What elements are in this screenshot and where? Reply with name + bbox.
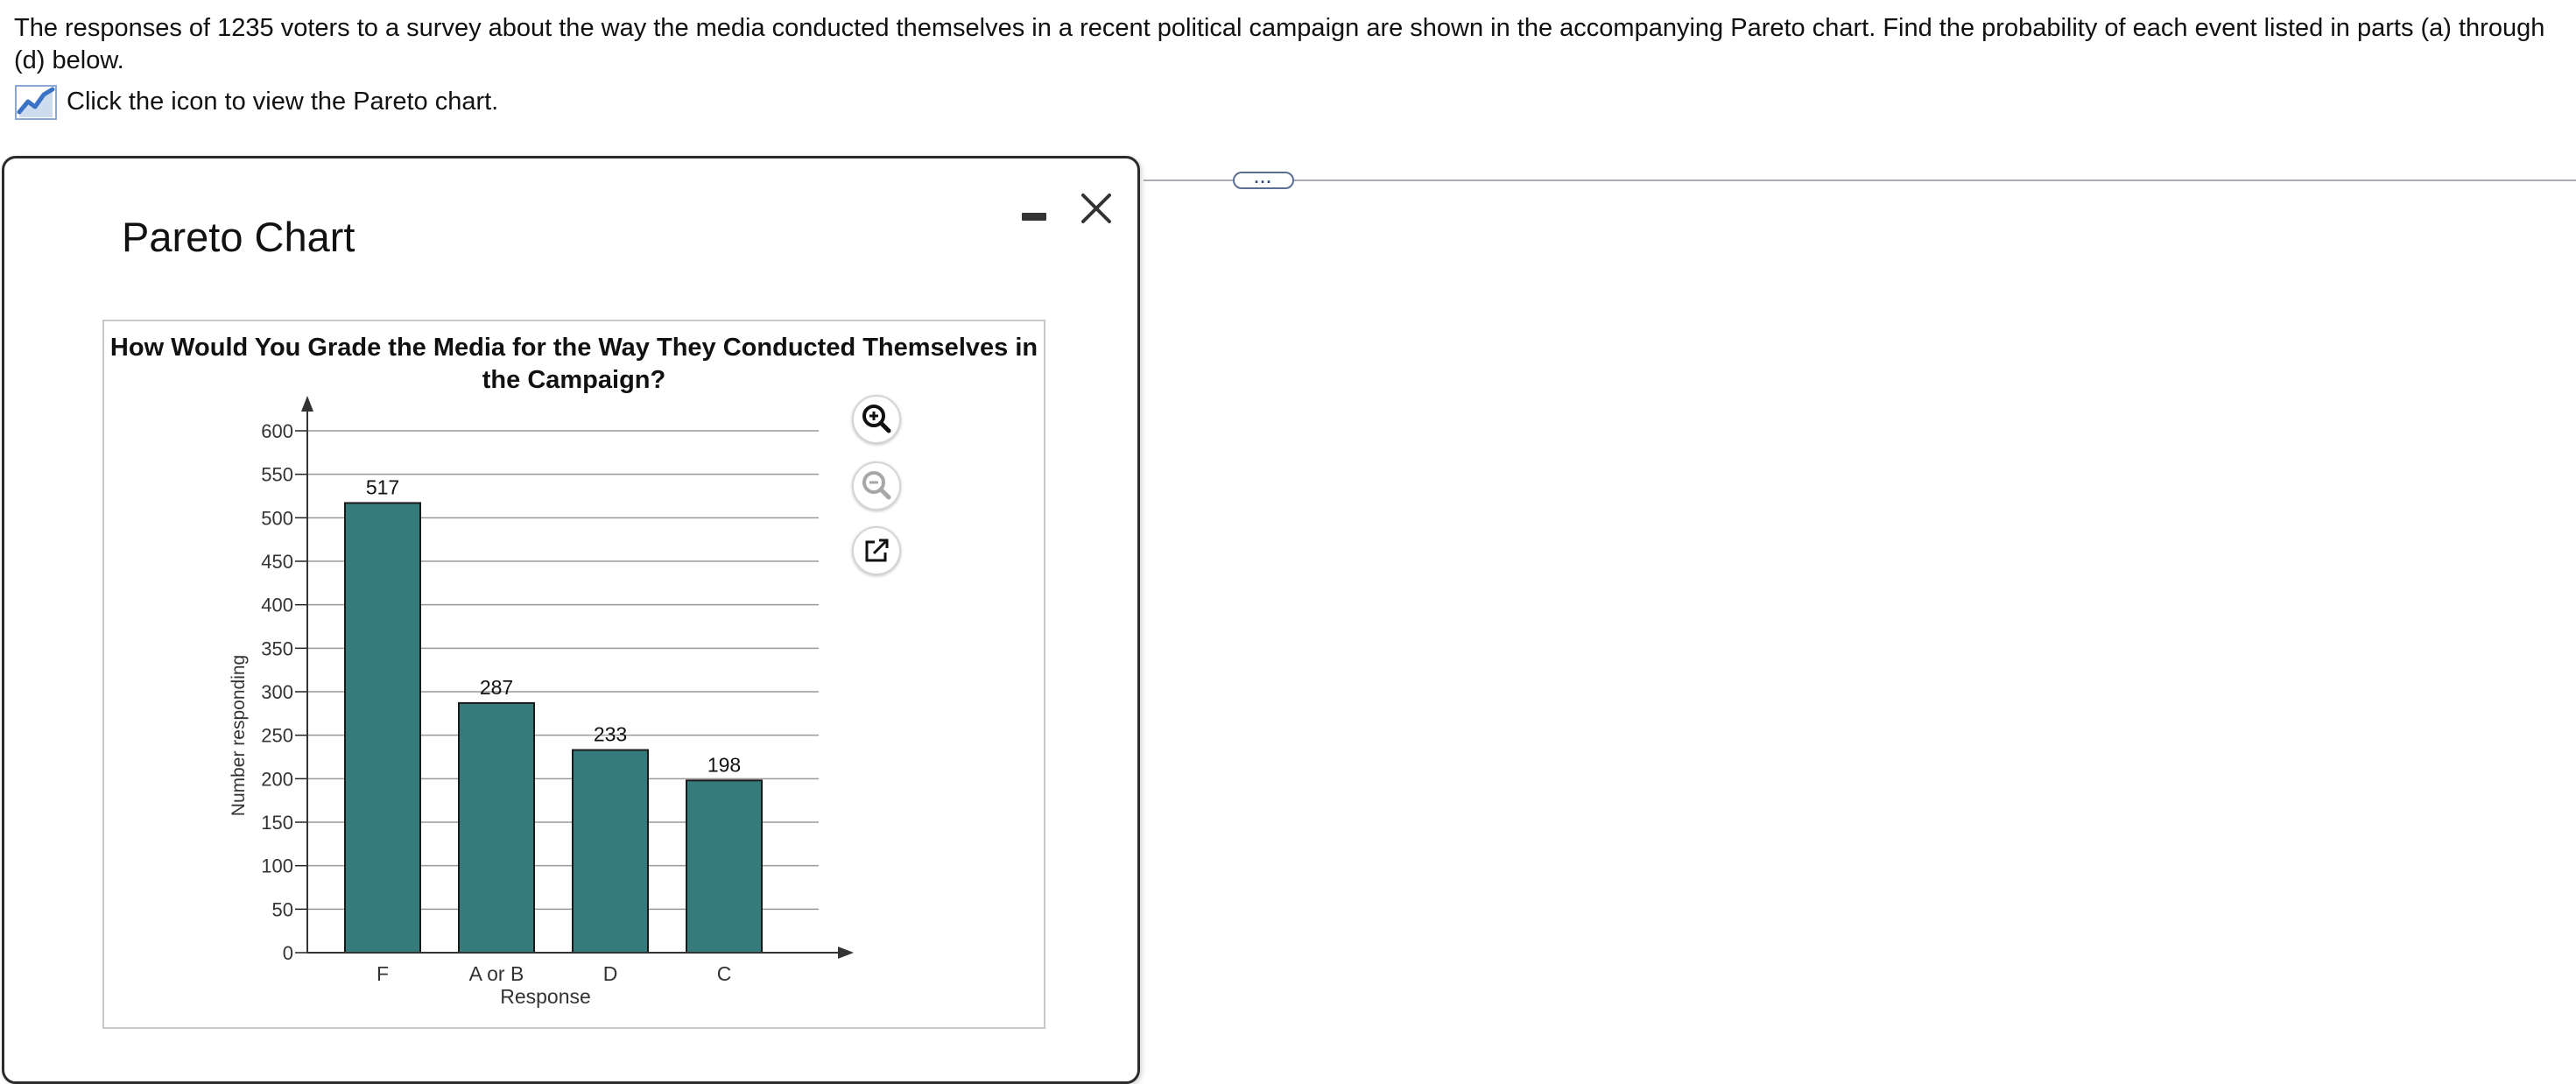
bar: [458, 701, 535, 954]
pareto-bar-chart: 0 50 100 150 200 250 300 350 400 450 500 550 600 517 F…: [229, 396, 854, 1008]
y-tick-label: 100: [261, 855, 293, 877]
dialog-title: Pareto Chart: [122, 214, 355, 260]
minimize-icon: [1022, 213, 1046, 221]
question-text: The responses of 1235 voters to a survey…: [14, 14, 2545, 74]
view-chart-link[interactable]: Click the icon to view the Pareto chart.: [14, 82, 498, 121]
external-link-icon: [865, 538, 889, 562]
y-axis-arrow: [301, 396, 313, 412]
close-icon: [1081, 194, 1111, 223]
y-tick-label: 150: [261, 812, 293, 834]
x-axis-arrow: [838, 947, 854, 959]
y-tick-label: 500: [261, 507, 293, 529]
zoom-in-button[interactable]: [852, 395, 901, 444]
zoom-out-button[interactable]: [852, 461, 901, 510]
y-tick-label: 300: [261, 681, 293, 703]
data-label: 517: [366, 475, 399, 498]
x-tick-label: A or B: [469, 962, 524, 985]
data-label: 233: [594, 723, 627, 746]
bar: [572, 749, 649, 954]
more-options-button[interactable]: ...: [1233, 169, 1294, 189]
x-tick-label: D: [603, 962, 618, 985]
y-tick-label: 400: [261, 595, 293, 616]
x-tick-label: F: [377, 962, 389, 985]
y-tick-label: 600: [261, 420, 293, 442]
y-tick-label: 450: [261, 551, 293, 573]
y-tick-label: 200: [261, 768, 293, 790]
chart-frame: 0 50 100 150 200 250 300 350 400 450 500 550 600 517 F…: [102, 320, 1045, 1029]
chart-title: How Would You Grade the Media for the Wa…: [109, 334, 1038, 394]
y-tick-label: 250: [261, 725, 293, 747]
view-chart-label[interactable]: Click the icon to view the Pareto chart.: [67, 88, 498, 116]
bar: [686, 779, 763, 954]
bar: [344, 502, 421, 954]
data-label: 287: [480, 676, 513, 699]
x-axis-label: Response: [500, 985, 591, 1008]
pareto-chart-dialog: Pareto Chart 0 50 100 150 200 250 300 350 400 450…: [2, 156, 1140, 1084]
popout-button[interactable]: [852, 526, 901, 575]
data-label: 198: [707, 753, 741, 776]
y-tick-label: 0: [283, 942, 293, 964]
more-options-label: ...: [1254, 169, 1273, 187]
close-button[interactable]: [1078, 190, 1115, 227]
minimize-button[interactable]: [1018, 199, 1048, 229]
line-chart-icon[interactable]: [14, 82, 58, 121]
x-tick-label: C: [717, 962, 732, 985]
y-tick-label: 50: [272, 898, 293, 920]
zoom-out-icon: [862, 471, 891, 500]
y-tick-label: 350: [261, 637, 293, 659]
divider-line: [1144, 179, 2576, 181]
y-axis-label: Number responding: [229, 655, 249, 816]
y-tick-label: 550: [261, 464, 293, 486]
zoom-in-icon: [862, 405, 891, 433]
